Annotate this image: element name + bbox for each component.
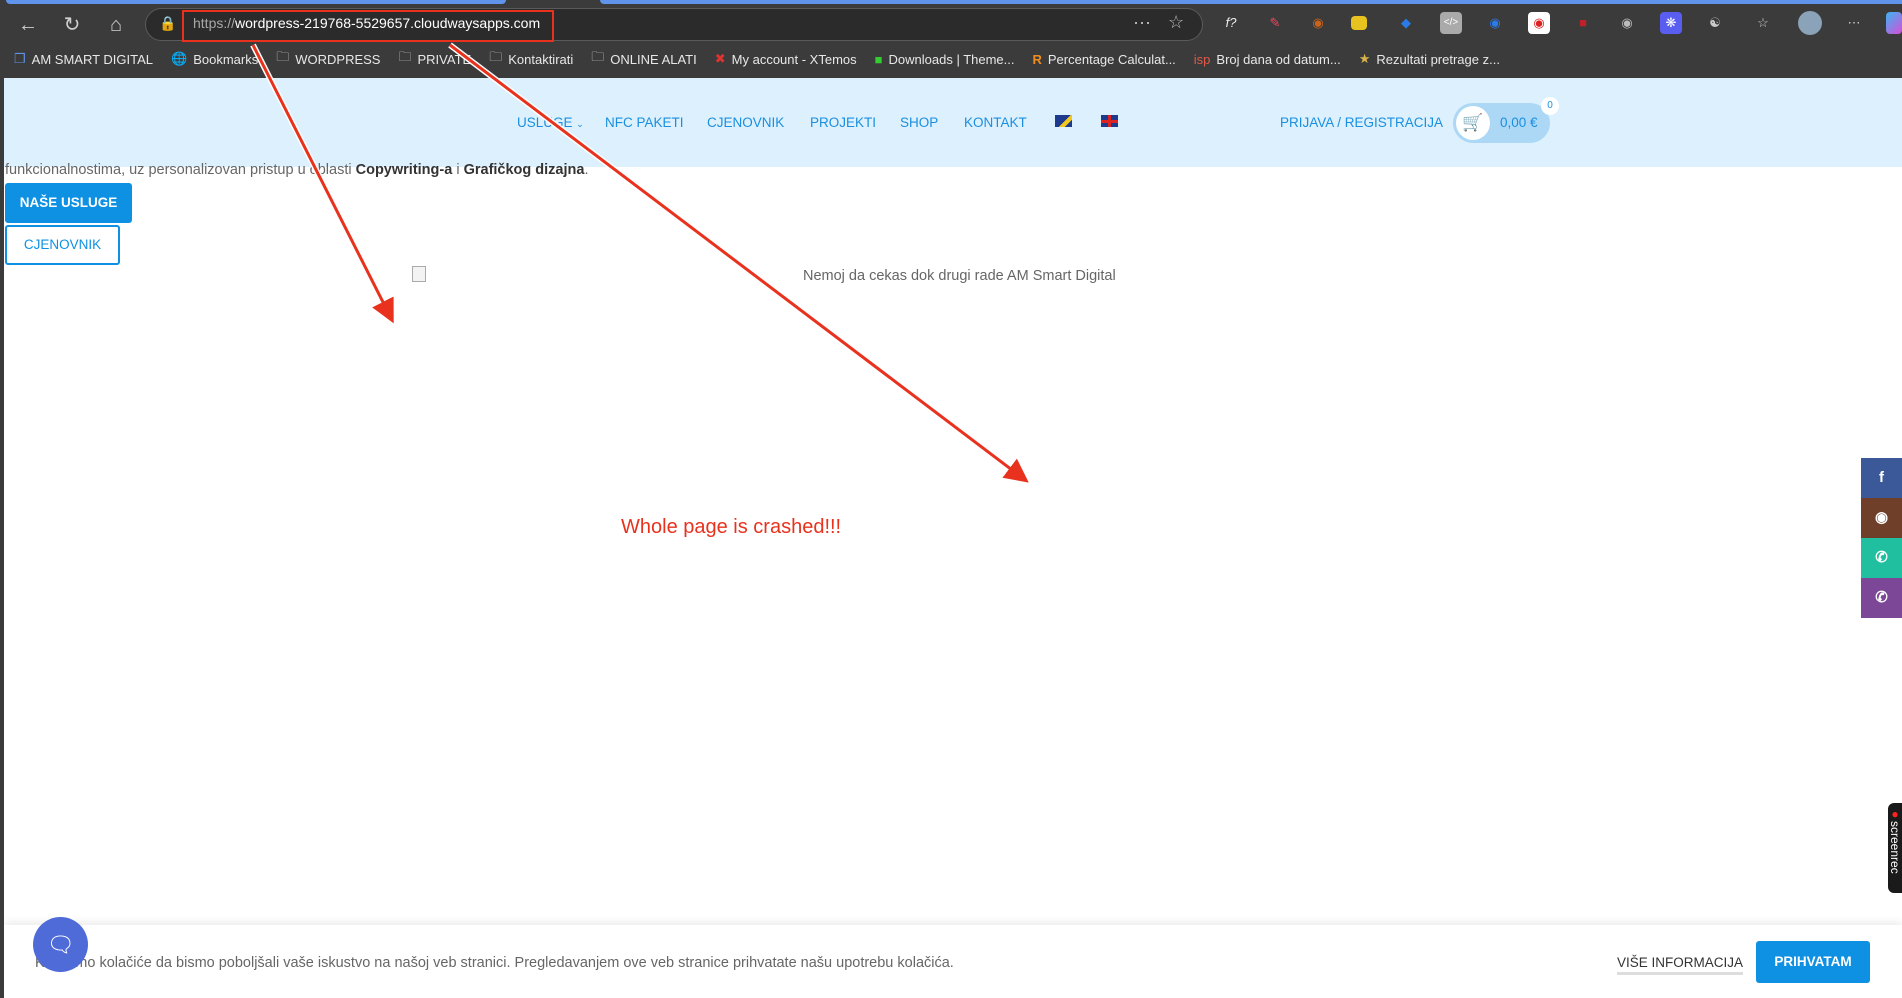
nav-projekti[interactable]: PROJEKTI — [810, 115, 876, 130]
home-icon[interactable]: ⌂ — [101, 10, 131, 40]
our-services-button[interactable]: NAŠE USLUGE — [5, 183, 132, 223]
social-bar: f ◉ ✆ ✆ — [1861, 458, 1902, 618]
intro-text: funkcionalnostima, uz personalizovan pri… — [5, 162, 589, 178]
ext-dev-icon[interactable]: </> — [1440, 12, 1462, 34]
bookmark[interactable]: ★ Rezultati pretrage z... — [1359, 51, 1500, 67]
download-icon: ■ — [874, 51, 883, 67]
cookie-text: Koristimo kolačiće da bismo poboljšali v… — [35, 955, 954, 971]
nav-cjenovnik[interactable]: CJENOVNIK — [707, 115, 784, 130]
site-header: USLUGE ⌄ NFC PAKETI CJENOVNIK PROJEKTI S… — [4, 78, 1902, 167]
nav-shop[interactable]: SHOP — [900, 115, 938, 130]
broken-image-icon — [412, 266, 426, 282]
nav-usluge[interactable]: USLUGE ⌄ — [517, 115, 584, 130]
facebook-icon[interactable]: f — [1861, 458, 1902, 498]
nav-kontakt[interactable]: KONTAKT — [964, 115, 1027, 130]
screenrec-widget[interactable]: ●screenrec — [1888, 803, 1902, 893]
reload-icon[interactable]: ↻ — [57, 10, 87, 40]
globe-icon: 🌐 — [171, 51, 188, 66]
whatsapp-icon[interactable]: ✆ — [1861, 538, 1902, 578]
reader-icon[interactable]: ⋯ — [1133, 13, 1151, 34]
favorite-star-icon[interactable]: ☆ — [1168, 12, 1184, 33]
ext-font-icon[interactable]: f? — [1220, 12, 1242, 34]
copilot-icon[interactable] — [1886, 12, 1902, 34]
accept-cookies-button[interactable]: PRIHVATAM — [1756, 941, 1870, 983]
image-alt-text: Nemoj da cekas dok drugi rade AM Smart D… — [803, 268, 1116, 284]
lock-icon: 🔒 — [159, 15, 177, 31]
chevron-down-icon: ⌄ — [576, 119, 584, 129]
ext-target-icon[interactable]: ◉ — [1528, 12, 1550, 34]
cube-icon: ❒ — [14, 51, 26, 66]
r-icon: R — [1032, 51, 1042, 67]
tab-strip — [0, 0, 1902, 6]
ext-camera-icon[interactable]: ◉ — [1616, 12, 1638, 34]
isp-icon: isp — [1193, 51, 1211, 67]
ext-wordpress-icon[interactable]: ◉ — [1307, 12, 1329, 34]
bookmark-folder[interactable]: 🗀 PRIVATE — [398, 48, 471, 70]
more-menu-icon[interactable]: ⋯ — [1843, 12, 1865, 34]
web-page: USLUGE ⌄ NFC PAKETI CJENOVNIK PROJEKTI S… — [4, 78, 1902, 998]
ext-code-icon[interactable]: ◆ — [1395, 12, 1417, 34]
favorites-icon[interactable]: ☆ — [1752, 12, 1774, 34]
cart-icon: 🛒 — [1456, 106, 1490, 140]
extensions-puzzle-icon[interactable]: ☯ — [1704, 12, 1726, 34]
bookmark[interactable]: ❒ AM SMART DIGITAL — [14, 51, 153, 67]
uk-flag-icon[interactable] — [1101, 115, 1118, 127]
ext-gear-icon[interactable]: ❋ — [1660, 12, 1682, 34]
ext-file-icon[interactable]: ■ — [1572, 12, 1594, 34]
nav-nfc-paketi[interactable]: NFC PAKETI — [605, 115, 684, 130]
viber-icon[interactable]: ✆ — [1861, 578, 1902, 618]
instagram-icon[interactable]: ◉ — [1861, 498, 1902, 538]
bookmarks-bar: ❒ AM SMART DIGITAL 🌐 Bookmarks 🗀 WORDPRESS … — [0, 48, 1902, 70]
bookmark[interactable]: R Percentage Calculat... — [1033, 52, 1176, 67]
folder-icon: 🗀 — [276, 49, 290, 64]
bosnian-flag-icon[interactable] — [1055, 115, 1072, 127]
profile-avatar[interactable] — [1798, 11, 1822, 35]
chat-bubble-icon[interactable]: 🗨 — [33, 917, 88, 972]
ext-note-icon[interactable] — [1351, 16, 1367, 30]
bookmark-folder[interactable]: 🗀 ONLINE ALATI — [591, 48, 696, 70]
cookie-banner: Koristimo kolačiće da bismo poboljšali v… — [4, 925, 1902, 998]
more-info-link[interactable]: VIŠE INFORMACIJA — [1617, 955, 1744, 975]
ext-pen-icon[interactable]: ✎ — [1264, 12, 1286, 34]
login-register-link[interactable]: PRIJAVA / REGISTRACIJA — [1280, 115, 1443, 130]
cart-amount: 0,00 € — [1500, 115, 1538, 130]
bookmark[interactable]: 🌐 Bookmarks — [171, 51, 258, 67]
cart-button[interactable]: 🛒 0,00 € 0 — [1453, 97, 1559, 143]
cart-count-badge: 0 — [1541, 97, 1559, 115]
bookmark[interactable]: ✖ My account - XTemos — [715, 51, 857, 67]
bookmark-folder[interactable]: 🗀 WORDPRESS — [276, 48, 380, 70]
bookmark[interactable]: isp Broj dana od datum... — [1194, 52, 1341, 67]
star-icon: ★ — [1358, 51, 1371, 66]
ext-tag-icon[interactable]: ◉ — [1484, 12, 1506, 34]
record-icon: ● — [1888, 807, 1902, 821]
pricing-button[interactable]: CJENOVNIK — [5, 225, 120, 265]
folder-icon: 🗀 — [489, 49, 503, 64]
url-text[interactable]: https://wordpress-219768-5529657.cloudwa… — [193, 15, 540, 31]
folder-icon: 🗀 — [398, 49, 412, 64]
xtemos-icon: ✖ — [714, 51, 726, 66]
bookmark[interactable]: ■ Downloads | Theme... — [875, 52, 1015, 67]
annotation-text: Whole page is crashed!!! — [621, 516, 842, 538]
folder-icon: 🗀 — [591, 49, 605, 64]
back-icon[interactable]: ← — [13, 10, 43, 40]
bookmark-folder[interactable]: 🗀 Kontaktirati — [489, 48, 573, 70]
